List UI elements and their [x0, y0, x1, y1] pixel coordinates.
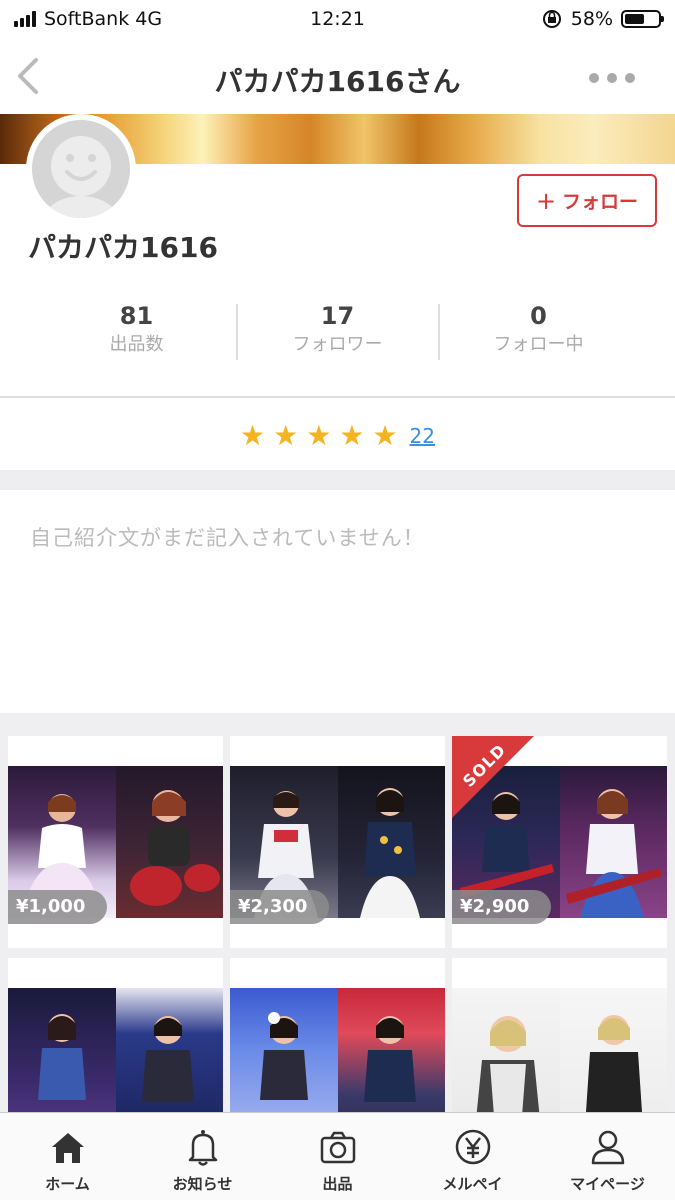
tab-label: ホーム [45, 1175, 90, 1193]
person-icon [591, 1130, 624, 1165]
home-icon [51, 1133, 84, 1163]
navigation-bar: パカパカ1616さん [0, 40, 675, 114]
tab-bar: ホーム お知らせ 出品 メルペイ マイページ [0, 1112, 675, 1200]
tab-label: 出品 [322, 1175, 353, 1193]
star-icon: ★ [240, 419, 266, 452]
star-icon: ★ [372, 419, 398, 452]
tab-label: マイページ [570, 1175, 645, 1193]
tab-mypage[interactable]: マイページ [540, 1113, 675, 1200]
stat-followers[interactable]: 17 フォロワー [237, 300, 438, 358]
stat-following[interactable]: 0 フォロー中 [438, 300, 639, 358]
stat-listings[interactable]: 81 出品数 [36, 300, 237, 358]
avatar [26, 114, 136, 224]
stat-label: 出品数 [109, 334, 164, 355]
camera-icon [320, 1131, 355, 1164]
price-tag: ¥2,900 [452, 890, 552, 924]
dot-icon [589, 73, 599, 83]
dot-icon [625, 73, 635, 83]
follow-label: フォロー [562, 191, 639, 213]
price-tag: ¥2,300 [230, 890, 330, 924]
performer-image [130, 790, 221, 906]
orientation-lock-icon [542, 10, 561, 28]
status-bar: SoftBank 4G 12:21 58% [0, 0, 675, 40]
item-card[interactable]: SOLD ¥2,900 [452, 736, 667, 948]
star-icon: ★ [273, 419, 299, 452]
item-card[interactable]: ¥2,300 [230, 736, 445, 948]
plus-icon: + [535, 186, 557, 215]
default-avatar-icon [32, 120, 130, 218]
star-icon: ★ [339, 419, 365, 452]
page-title: パカパカ1616さん [214, 65, 461, 98]
username: パカパカ1616 [28, 231, 218, 264]
tab-merpay[interactable]: メルペイ [405, 1113, 540, 1200]
yen-icon [455, 1129, 490, 1165]
stat-value: 81 [119, 302, 154, 330]
stat-label: フォロワー [292, 334, 383, 355]
tab-home[interactable]: ホーム [0, 1113, 135, 1200]
status-right: 58% [541, 8, 664, 30]
battery-percent: 58% [570, 8, 613, 30]
tab-sell[interactable]: 出品 [270, 1113, 405, 1200]
tab-notifications[interactable]: お知らせ [135, 1113, 270, 1200]
performer-image [566, 789, 663, 918]
stat-label: フォロー中 [493, 334, 584, 355]
profile-stats: 81 出品数 17 フォロワー 0 フォロー中 [0, 300, 675, 370]
performer-image [360, 788, 421, 918]
follow-button[interactable]: + フォロー [517, 174, 657, 227]
bell-icon [188, 1130, 217, 1166]
section-separator [0, 470, 675, 490]
stat-value: 0 [530, 302, 547, 330]
battery-icon [621, 10, 664, 28]
more-options-button[interactable] [589, 73, 635, 83]
dot-icon [607, 73, 617, 83]
divider [0, 396, 675, 398]
star-icon: ★ [306, 419, 332, 452]
tab-label: メルペイ [442, 1175, 503, 1193]
rating-count-link[interactable]: 22 [410, 424, 435, 448]
price-tag: ¥1,000 [8, 890, 108, 924]
item-card[interactable]: ¥1,000 [8, 736, 223, 948]
rating: ★ ★ ★ ★ ★ 22 [0, 422, 675, 450]
tab-label: お知らせ [172, 1175, 233, 1193]
stat-value: 17 [320, 302, 355, 330]
bio-text: 自己紹介文がまだ記入されていません！ [30, 526, 425, 550]
